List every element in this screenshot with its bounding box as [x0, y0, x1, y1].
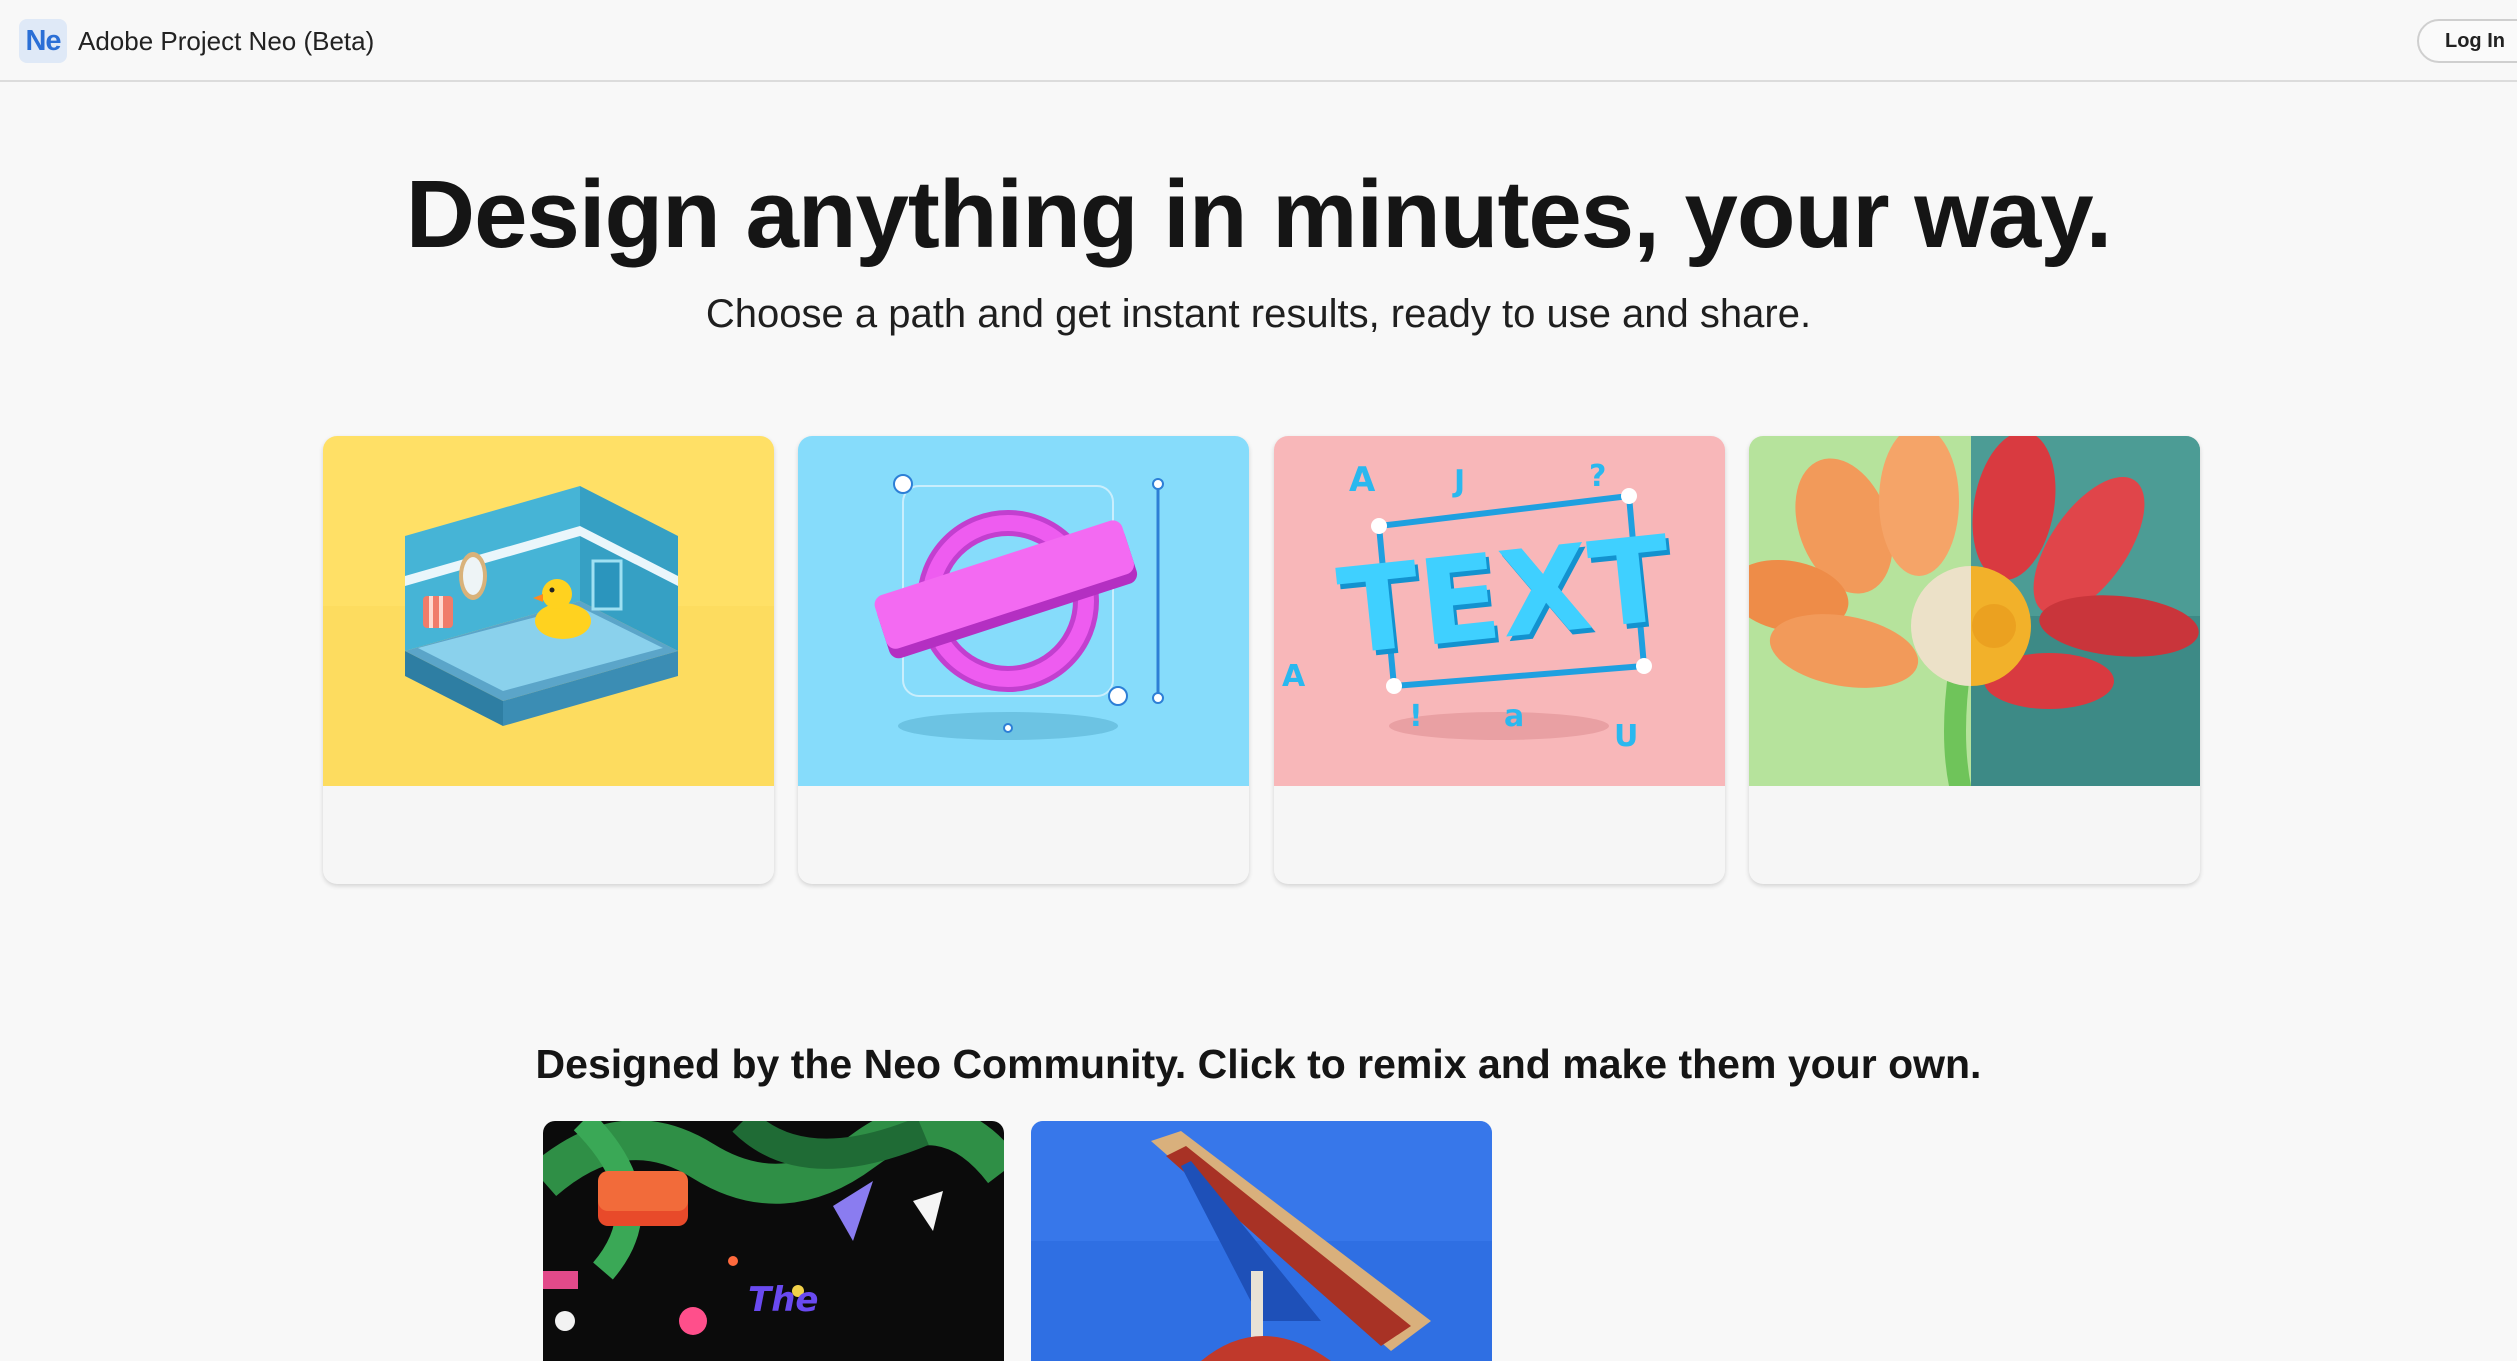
svg-text:U: U — [1614, 719, 1638, 754]
flower-illustration — [1749, 436, 2200, 786]
svg-text:?: ? — [1589, 459, 1606, 494]
app-title: Adobe Project Neo (Beta) — [78, 26, 375, 56]
path-card-logo[interactable] — [798, 436, 1249, 884]
login-button[interactable]: Log In — [2417, 19, 2517, 63]
svg-text:!: ! — [1409, 699, 1423, 734]
path-card-text[interactable]: TEXT TEXT A ? J ! a U A — [1274, 436, 1725, 884]
page-title: Design anything in minutes, your way. — [405, 161, 2112, 268]
neo-logo-icon[interactable]: Ne — [19, 19, 67, 63]
card-footer — [798, 786, 1249, 884]
community-tile[interactable] — [1031, 1121, 1492, 1361]
top-bar: Ne Adobe Project Neo (Beta) Log In — [0, 0, 2517, 82]
page-subtitle: Choose a path and get instant results, r… — [705, 292, 1812, 336]
community-heading: Designed by the Neo Community. Click to … — [535, 1041, 1982, 1087]
logo-illustration — [798, 436, 1249, 786]
svg-text:a: a — [1504, 699, 1524, 734]
svg-text:A: A — [1349, 460, 1376, 500]
card-footer — [1749, 786, 2200, 884]
text-illustration: TEXT TEXT A ? J ! a U A — [1274, 436, 1725, 786]
community-artwork — [1031, 1121, 1492, 1361]
svg-text:The: The — [748, 1280, 818, 1320]
card-footer — [323, 786, 774, 884]
path-card-scene[interactable] — [323, 436, 774, 884]
community-artwork: The — [543, 1121, 1004, 1361]
path-card-image[interactable] — [1749, 436, 2200, 884]
scene-illustration — [323, 436, 774, 786]
svg-text:J: J — [1452, 464, 1465, 499]
svg-text:A: A — [1282, 659, 1306, 694]
card-footer — [1274, 786, 1725, 884]
community-tile[interactable]: The — [543, 1121, 1004, 1361]
